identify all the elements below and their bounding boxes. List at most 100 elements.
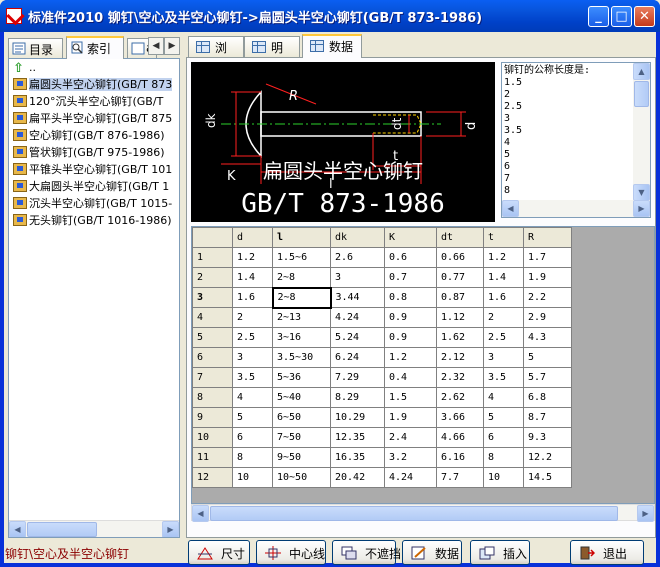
table-cell[interactable]: 0.6 <box>384 247 437 268</box>
table-cell[interactable]: 0.66 <box>436 247 484 268</box>
column-header[interactable]: l <box>272 227 331 248</box>
centerline-button[interactable]: 中心线 <box>256 540 326 565</box>
table-cell[interactable]: 1.7 <box>523 247 572 268</box>
table-cell[interactable]: 2.62 <box>436 387 484 408</box>
row-header[interactable]: 8 <box>192 387 233 408</box>
column-header[interactable]: d <box>232 227 273 248</box>
table-cell[interactable]: 1.9 <box>384 407 437 428</box>
table-cell[interactable]: 0.8 <box>384 287 437 308</box>
table-cell[interactable]: 1.62 <box>436 327 484 348</box>
scroll-up-arrow-icon[interactable]: ▲ <box>633 63 650 80</box>
table-cell[interactable]: 3.44 <box>330 287 385 308</box>
tab-scroll-left-button[interactable]: ◀ <box>148 37 164 55</box>
minimize-button[interactable]: _ <box>588 6 609 27</box>
table-cell[interactable]: 1.2 <box>232 247 273 268</box>
table-cell[interactable]: 5~36 <box>272 367 331 388</box>
table-cell[interactable]: 4 <box>232 387 273 408</box>
table-cell[interactable]: 8 <box>232 447 273 468</box>
table-cell[interactable]: 2.5 <box>483 327 524 348</box>
table-cell[interactable]: 1.4 <box>232 267 273 288</box>
table-cell[interactable]: 5~40 <box>272 387 331 408</box>
column-header[interactable]: t <box>483 227 524 248</box>
row-header[interactable]: 9 <box>192 407 233 428</box>
standard-tree[interactable]: ⇧ .. 扁圆头半空心铆钉(GB/T 873 120°沉头半空心铆钉(GB/T … <box>8 58 180 538</box>
table-cell[interactable]: 12.2 <box>523 447 572 468</box>
table-row[interactable]: 8 4 5~40 8.29 1.5 2.62 4 6.8 <box>192 387 572 408</box>
table-cell[interactable]: 8 <box>483 447 524 468</box>
tree-item[interactable]: 平锥头半空心铆钉(GB/T 101 <box>9 161 179 178</box>
table-cell[interactable]: 7~50 <box>272 427 331 448</box>
table-cell[interactable]: 16.35 <box>330 447 385 468</box>
table-cell[interactable]: 8.29 <box>330 387 385 408</box>
tab-browse[interactable]: 浏览 <box>188 36 244 72</box>
table-cell[interactable]: 4.3 <box>523 327 572 348</box>
tab-scroll-right-button[interactable]: ▶ <box>164 37 180 55</box>
table-cell[interactable]: 5.24 <box>330 327 385 348</box>
table-row[interactable]: 3 1.6 2~8 3.44 0.8 0.87 1.6 2.2 <box>192 286 572 309</box>
table-row[interactable]: 11 8 9~50 16.35 3.2 6.16 8 12.2 <box>192 447 572 468</box>
table-row[interactable]: 12 10 10~50 20.42 4.24 7.7 10 14.5 <box>192 467 572 488</box>
tab-index[interactable]: 索引 <box>66 36 124 59</box>
tree-item[interactable]: 扁圆头半空心铆钉(GB/T 873 <box>9 76 179 93</box>
tree-item[interactable]: 管状铆钉(GB/T 975-1986) <box>9 144 179 161</box>
table-cell[interactable]: 9~50 <box>272 447 331 468</box>
table-cell[interactable]: 3 <box>483 347 524 368</box>
table-cell[interactable]: 5.7 <box>523 367 572 388</box>
table-cell[interactable]: 1.4 <box>483 267 524 288</box>
table-cell[interactable]: 7.29 <box>330 367 385 388</box>
table-cell[interactable]: 6.16 <box>436 447 484 468</box>
table-cell[interactable]: 1.6 <box>232 287 273 308</box>
table-cell[interactable]: 10 <box>483 467 524 488</box>
table-cell[interactable]: 2.2 <box>523 287 572 308</box>
scroll-left-arrow-icon[interactable]: ◀ <box>9 521 26 537</box>
table-cell[interactable]: 14.5 <box>523 467 572 488</box>
table-cell[interactable]: 3.2 <box>384 447 437 468</box>
table-cell[interactable]: 4.66 <box>436 427 484 448</box>
table-cell[interactable]: 5 <box>232 407 273 428</box>
table-cell[interactable]: 6 <box>483 427 524 448</box>
scroll-right-arrow-icon[interactable]: ▶ <box>162 521 179 537</box>
table-cell[interactable]: 0.4 <box>384 367 437 388</box>
table-cell[interactable]: 0.7 <box>384 267 437 288</box>
tab-catalog[interactable]: 目录 <box>8 38 63 58</box>
scroll-thumb[interactable] <box>27 522 97 537</box>
data-grid[interactable]: d l dk K dt t R 1 1.2 1.5~6 2.6 0.6 0.66 1.2 1.… <box>191 226 655 504</box>
column-header[interactable]: K <box>384 227 437 248</box>
table-cell[interactable]: 9.3 <box>523 427 572 448</box>
title-bar[interactable]: 标准件2010 铆钉\空心及半空心铆钉->扁圆头半空心铆钉(GB/T 873-1… <box>0 0 660 32</box>
scroll-left-arrow-icon[interactable]: ◀ <box>502 200 519 217</box>
table-cell[interactable]: 6~50 <box>272 407 331 428</box>
table-cell[interactable]: 2.4 <box>384 427 437 448</box>
table-cell[interactable]: 1.5 <box>384 387 437 408</box>
table-cell[interactable]: 6.24 <box>330 347 385 368</box>
scroll-down-arrow-icon[interactable]: ▼ <box>633 184 650 201</box>
table-cell[interactable]: 4 <box>483 387 524 408</box>
table-cell[interactable]: 2.6 <box>330 247 385 268</box>
row-header[interactable]: 10 <box>192 427 233 448</box>
row-header[interactable]: 4 <box>192 307 233 328</box>
row-header[interactable]: 2 <box>192 267 233 288</box>
table-cell[interactable]: 2~8 <box>271 286 332 309</box>
table-cell[interactable]: 6.8 <box>523 387 572 408</box>
maximize-button[interactable]: □ <box>611 6 632 27</box>
scroll-right-arrow-icon[interactable]: ▶ <box>633 200 650 217</box>
table-cell[interactable]: 1.2 <box>483 247 524 268</box>
grid-horizontal-scrollbar[interactable]: ◀ ▶ <box>191 504 655 522</box>
info-horizontal-scrollbar[interactable]: ◀ ▶ <box>502 200 650 217</box>
table-cell[interactable]: 0.77 <box>436 267 484 288</box>
table-cell[interactable]: 2 <box>232 307 273 328</box>
insert-button[interactable]: 插入 <box>470 540 530 565</box>
table-cell[interactable]: 4.24 <box>330 307 385 328</box>
table-cell[interactable]: 0.9 <box>384 327 437 348</box>
table-cell[interactable]: 1.2 <box>384 347 437 368</box>
scroll-right-arrow-icon[interactable]: ▶ <box>637 505 654 522</box>
table-cell[interactable]: 2.12 <box>436 347 484 368</box>
table-row[interactable]: 2 1.4 2~8 3 0.7 0.77 1.4 1.9 <box>192 267 572 288</box>
tree-item[interactable]: 大扁圆头半空心铆钉(GB/T 1 <box>9 178 179 195</box>
tab-data[interactable]: 数据 <box>302 34 362 58</box>
table-cell[interactable]: 20.42 <box>330 467 385 488</box>
table-cell[interactable]: 7.7 <box>436 467 484 488</box>
table-cell[interactable]: 2.5 <box>232 327 273 348</box>
table-cell[interactable]: 10.29 <box>330 407 385 428</box>
table-cell[interactable]: 3.5 <box>483 367 524 388</box>
